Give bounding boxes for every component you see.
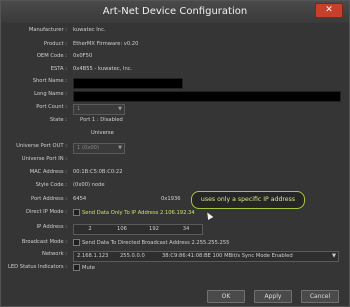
style-code-label: Style Code : <box>35 182 67 188</box>
direct-ip-mode-row: Direct IP Mode : Send Data Only To IP Ad… <box>1 209 349 218</box>
chevron-down-icon: ▼ <box>118 106 122 112</box>
ip-address-label: IP Address : <box>36 224 67 230</box>
broadcast-mode-value: Send Data To Directed Broadcast Address … <box>82 240 230 246</box>
port-address-label: Port Address : <box>31 196 67 202</box>
window-title: Art-Net Device Configuration <box>102 6 248 17</box>
universe-port-in-row: Universe Port IN : <box>1 156 349 165</box>
ip-segment[interactable]: 106 <box>108 226 136 232</box>
port-count-value: 1 <box>77 106 81 112</box>
chevron-down-icon: ▼ <box>332 253 336 259</box>
long-name-label: Long Name : <box>34 91 67 97</box>
direct-ip-mode-label: Direct IP Mode : <box>25 209 67 215</box>
port-count-select[interactable]: 1 ▼ <box>73 104 125 115</box>
network-row: Network : 2.168.1.123 255.0.0.0 38:C9:86… <box>1 251 349 262</box>
network-label: Network : <box>41 251 67 257</box>
manufacturer-label: Manufacturer : <box>28 27 67 33</box>
long-name-row: Long Name : <box>1 91 349 102</box>
title-bar[interactable]: Art-Net Device Configuration ✕ <box>1 1 349 23</box>
universe-port-out-row: Universe Port OUT : 1 (0x00) ▼ <box>1 143 349 154</box>
broadcast-checkbox[interactable] <box>73 239 80 246</box>
long-name-input[interactable] <box>73 91 341 102</box>
broadcast-mode-label: Broadcast Mode : <box>21 239 67 245</box>
product-value: EtherMX Firmware: v0.20 <box>73 41 139 47</box>
broadcast-mode-option[interactable]: Send Data To Directed Broadcast Address … <box>73 239 229 246</box>
led-status-row: LED Status Indicators : Mute <box>1 264 349 273</box>
ip-segment[interactable]: 34 <box>172 226 200 232</box>
led-status-value: Mute <box>82 265 95 271</box>
mac-address-label: MAC Address : <box>29 169 67 175</box>
oem-code-row: OEM Code : 0x0F50 <box>1 53 349 62</box>
chevron-down-icon: ▼ <box>118 145 122 151</box>
universe-port-out-label: Universe Port OUT : <box>16 143 67 149</box>
led-status-option[interactable]: Mute <box>73 264 95 271</box>
close-button[interactable]: ✕ <box>315 3 343 18</box>
mac-address-value: 00:1B:C5:0B:C0:22 <box>73 169 123 175</box>
direct-ip-checkbox[interactable] <box>73 209 80 216</box>
short-name-row: Short Name : <box>1 78 349 89</box>
cancel-button[interactable]: Cancel <box>301 290 339 303</box>
universe-port-out-value: 1 (0x00) <box>77 145 99 151</box>
port-count-label: Port Count : <box>36 104 67 110</box>
led-status-label: LED Status Indicators : <box>7 264 67 270</box>
ip-segment[interactable]: 192 <box>140 226 168 232</box>
state-row: State : Port 1 : Disabled <box>1 117 349 126</box>
port-address-value: 6454 <box>73 196 87 202</box>
network-adapter: 38:C9:86:41:08:BE 100 MBit/s Sync Mode E… <box>162 253 293 259</box>
manufacturer-row: Manufacturer : kuwatec Inc. <box>1 27 349 36</box>
style-code-row: Style Code : (0x00) node <box>1 182 349 191</box>
short-name-label: Short Name : <box>32 78 67 84</box>
oem-code-label: OEM Code : <box>36 53 67 59</box>
esta-row: ESTA : 0x4B55 - kuwatec, Inc. <box>1 66 349 75</box>
broadcast-mode-row: Broadcast Mode : Send Data To Directed B… <box>1 239 349 248</box>
short-name-input[interactable] <box>73 78 183 89</box>
oem-code-value: 0x0F50 <box>73 53 93 59</box>
mac-address-row: MAC Address : 00:1B:C5:0B:C0:22 <box>1 169 349 178</box>
product-label: Product : <box>43 41 67 47</box>
apply-button[interactable]: Apply <box>254 290 292 303</box>
state-label: State : <box>49 117 67 123</box>
esta-label: ESTA : <box>50 66 67 72</box>
ip-address-input[interactable]: 2 106 192 34 <box>73 224 203 235</box>
product-row: Product : EtherMX Firmware: v0.20 <box>1 41 349 50</box>
port-count-row: Port Count : 1 ▼ <box>1 104 349 115</box>
mute-checkbox[interactable] <box>73 264 80 271</box>
ip-address-row: IP Address : 2 106 192 34 <box>1 224 349 235</box>
config-window: Art-Net Device Configuration ✕ Manufactu… <box>0 0 350 307</box>
manufacturer-value: kuwatec Inc. <box>73 27 106 33</box>
port-address-hex: 0x1936 <box>161 196 181 202</box>
universe-port-out-select[interactable]: 1 (0x00) ▼ <box>73 143 125 154</box>
esta-value: 0x4B55 - kuwatec, Inc. <box>73 66 133 72</box>
universe-port-in-label: Universe Port IN : <box>21 156 67 162</box>
direct-ip-mode-value: Send Data Only To IP Address 2.106.192.3… <box>82 210 195 216</box>
tooltip: uses only a specific IP address <box>191 191 305 209</box>
style-code-value: (0x00) node <box>73 182 105 188</box>
network-ip: 2.168.1.123 <box>77 253 109 259</box>
ip-segment[interactable]: 2 <box>76 226 104 232</box>
network-select[interactable]: 2.168.1.123 255.0.0.0 38:C9:86:41:08:BE … <box>73 251 339 262</box>
direct-ip-mode-option[interactable]: Send Data Only To IP Address 2.106.192.3… <box>73 209 195 216</box>
state-value: Port 1 : Disabled <box>80 117 123 123</box>
network-mask: 255.0.0.0 <box>120 253 145 259</box>
ok-button[interactable]: OK <box>207 290 245 303</box>
universe-heading: Universe <box>91 130 114 136</box>
